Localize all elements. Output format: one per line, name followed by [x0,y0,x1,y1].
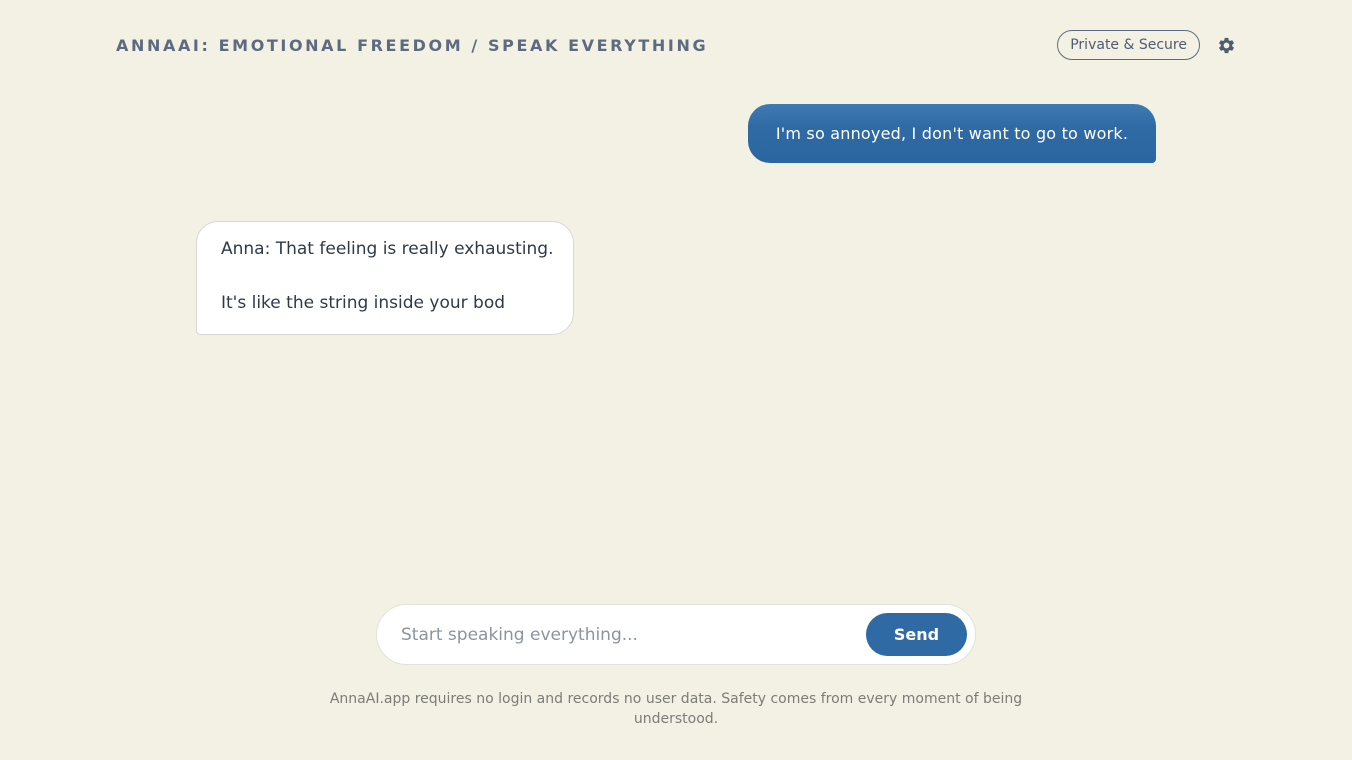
header-actions: Private & Secure [1057,30,1236,60]
send-button[interactable]: Send [866,613,967,656]
user-message-bubble: I'm so annoyed, I don't want to go to wo… [748,104,1156,163]
privacy-badge: Private & Secure [1057,30,1200,60]
ai-message-bubble: Anna: That feeling is really exhausting.… [196,221,574,335]
gear-icon[interactable] [1216,35,1236,55]
privacy-footer-note: AnnaAI.app requires no login and records… [329,691,1023,727]
ai-message-line: Anna: That feeling is really exhausting. [221,239,554,259]
chat-page: ANNAAI: EMOTIONAL FREEDOM / SPEAK EVERYT… [0,0,1352,760]
message-composer: Send [376,604,976,665]
app-title: ANNAAI: EMOTIONAL FREEDOM / SPEAK EVERYT… [116,35,709,55]
user-message-text: I'm so annoyed, I don't want to go to wo… [775,124,1129,143]
ai-message-line: It's like the string inside your bod [221,293,506,313]
header: ANNAAI: EMOTIONAL FREEDOM / SPEAK EVERYT… [116,30,1236,60]
message-input[interactable] [401,624,866,645]
